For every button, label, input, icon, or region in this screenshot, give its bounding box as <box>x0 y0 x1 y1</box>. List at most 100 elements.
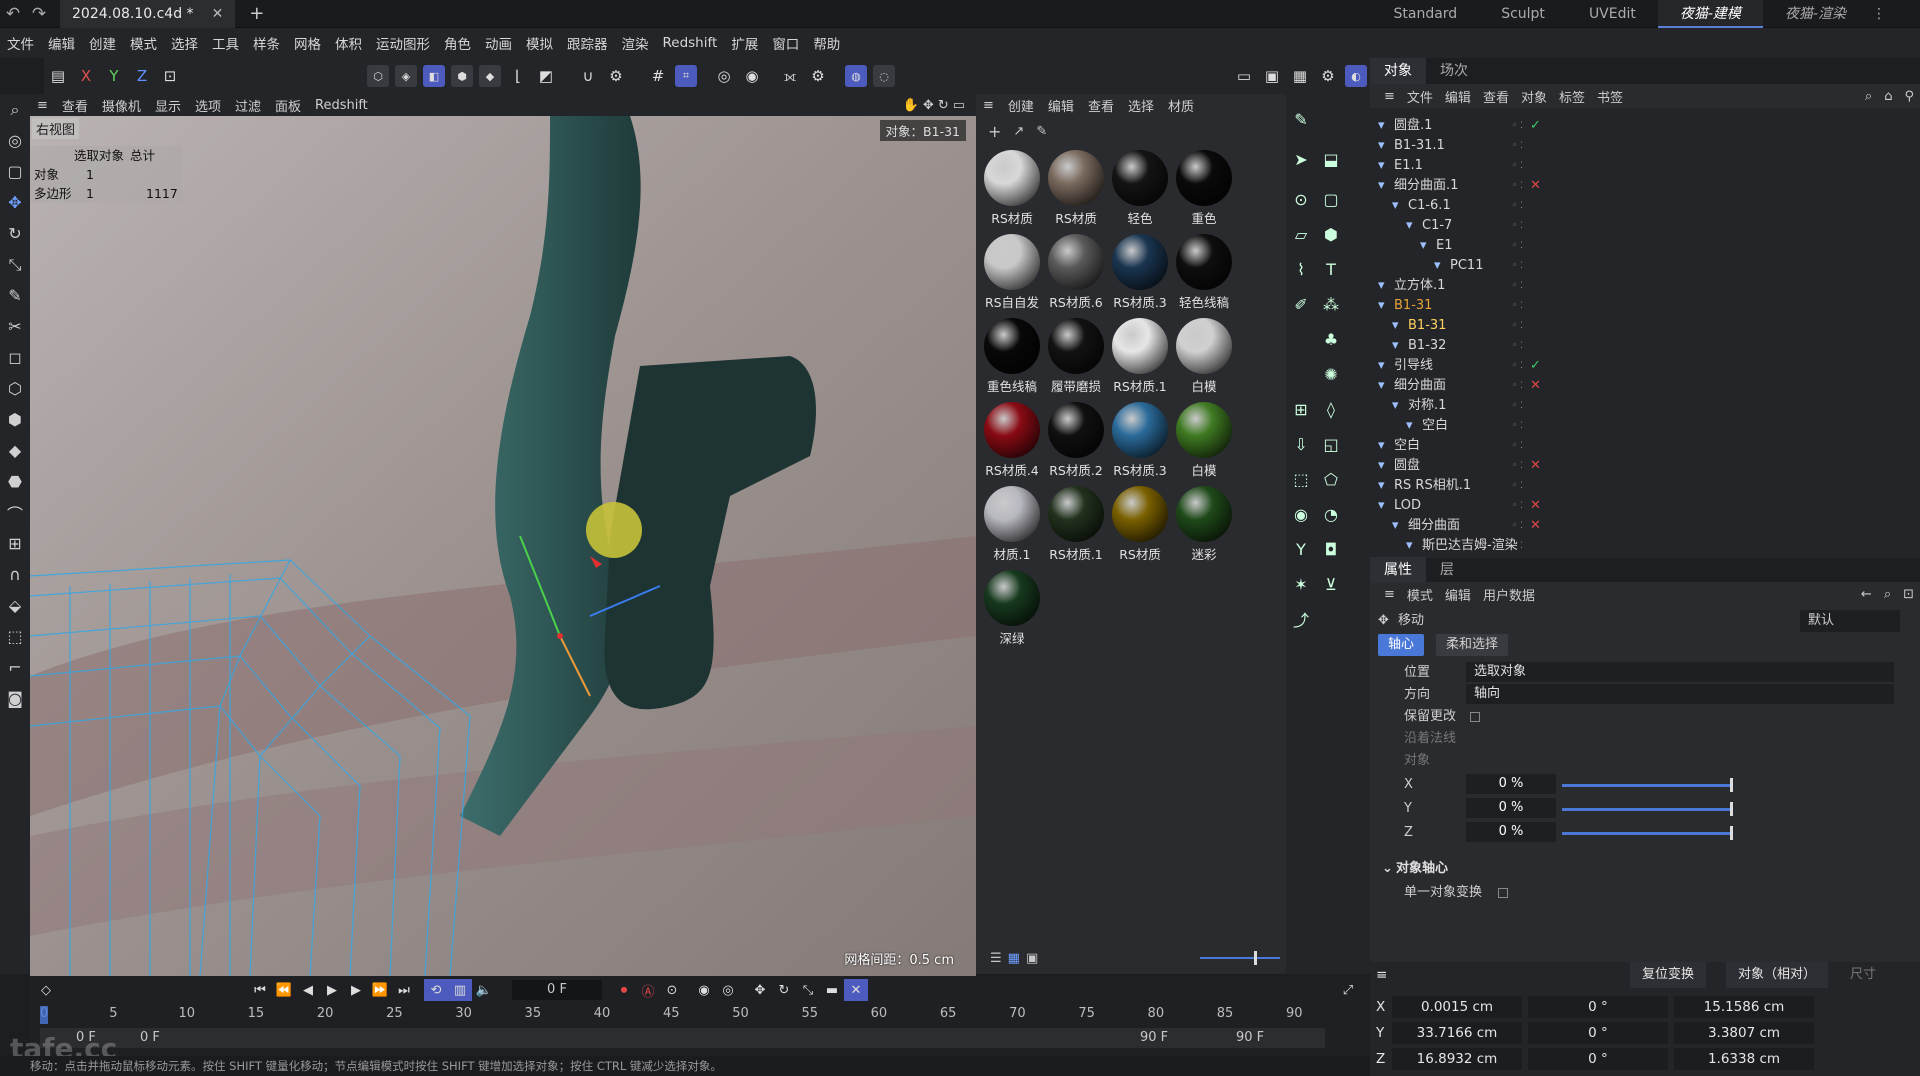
layout-standard[interactable]: Standard <box>1372 0 1480 28</box>
object-row[interactable]: ▾ 空白 ◦ ⁚ <box>1370 436 1910 456</box>
material-swatch[interactable]: 迷彩 <box>1172 480 1236 564</box>
layout-modeling[interactable]: 夜猫-建模 <box>1657 0 1763 28</box>
material-swatch[interactable]: RS材质.6 <box>1044 228 1108 312</box>
motion-record-icon[interactable]: ◉ <box>692 979 716 1001</box>
attribute-menu-userdata[interactable]: 用户数据 <box>1477 585 1541 604</box>
light-icon[interactable]: ◔ <box>1316 499 1346 529</box>
visibility-dots-icon[interactable]: ◦ ⁚ <box>1512 196 1523 216</box>
object-row[interactable]: ▾ RS RS相机.1 ◦ ⁚ <box>1370 476 1910 496</box>
record-icon[interactable]: ⏺ <box>612 979 636 1001</box>
menu-volume[interactable]: 体积 <box>328 33 369 53</box>
symmetry-icon[interactable]: ⟗ <box>779 65 801 87</box>
direction-dropdown[interactable]: 轴向 <box>1466 684 1894 704</box>
keyframe-selection-icon[interactable]: ⊙ <box>660 979 684 1001</box>
file-tab[interactable]: 2024.08.10.c4d * ✕ <box>60 0 236 28</box>
camera-object-icon[interactable]: ◘ <box>1316 534 1346 564</box>
z-field[interactable]: 0 % <box>1466 822 1556 842</box>
object-menu-file[interactable]: 文件 <box>1401 87 1439 106</box>
box-select-icon[interactable]: ▢ <box>0 156 30 187</box>
null-icon[interactable]: ⊙ <box>1286 184 1316 214</box>
x-field[interactable]: 0 % <box>1466 774 1556 794</box>
material-swatch[interactable]: RS材质.4 <box>980 396 1044 480</box>
layers-icon[interactable]: ▤ <box>47 65 69 87</box>
next-frame-icon[interactable]: ▶ <box>344 979 368 1001</box>
layout-uvedit[interactable]: UVEdit <box>1567 0 1658 28</box>
export-icon[interactable]: ⤴ <box>1286 604 1316 634</box>
attribute-menu-icon[interactable]: ≡ <box>1378 587 1401 602</box>
object-row[interactable]: ▾ 细分曲面.1 ◦ ⁚ ✕ <box>1370 176 1910 196</box>
size-dropdown[interactable]: 尺寸 <box>1850 962 1876 988</box>
material-swatch[interactable]: RS材质 <box>1108 480 1172 564</box>
picker-icon[interactable]: ✎ <box>1030 124 1053 139</box>
axis-x-button[interactable]: X <box>75 65 97 87</box>
move-tool-icon[interactable]: ✥ <box>0 187 30 218</box>
tab-attributes[interactable]: 属性 <box>1370 557 1426 583</box>
position-field[interactable]: 0.0015 cm <box>1392 996 1522 1018</box>
render-picture-icon[interactable]: ▦ <box>1289 65 1311 87</box>
material-menu-select[interactable]: 选择 <box>1121 96 1161 115</box>
viewport-nav-icons[interactable]: ✋✥↻▭ <box>896 98 976 113</box>
close-tab-icon[interactable]: ✕ <box>212 6 224 22</box>
texture-mode-icon[interactable]: ◩ <box>535 65 557 87</box>
material-swatch[interactable]: RS材质 <box>980 144 1044 228</box>
visibility-dots-icon[interactable]: ◦ ⁚ <box>1512 156 1523 176</box>
size-field[interactable]: 1.6338 cm <box>1674 1048 1814 1070</box>
loop-cut-icon[interactable]: ⌒ <box>0 497 30 528</box>
volume-icon[interactable]: ⬠ <box>1316 464 1346 494</box>
grid-snap-icon[interactable]: ⌗ <box>675 65 697 87</box>
object-row[interactable]: ▾ LOD ◦ ⁚ ✕ <box>1370 496 1910 516</box>
live-select-icon[interactable]: ◎ <box>0 125 30 156</box>
snap-icon[interactable]: # <box>647 65 669 87</box>
material-swatch[interactable]: RS自自发 <box>980 228 1044 312</box>
object-row[interactable]: ▾ B1-32 ◦ ⁚ <box>1370 336 1910 356</box>
disabled-x-icon[interactable]: ✕ <box>1530 516 1541 536</box>
object-menu-view[interactable]: 查看 <box>1477 87 1515 106</box>
keep-changes-checkbox[interactable] <box>1470 712 1480 722</box>
render-settings-icon[interactable]: ⚙ <box>1317 65 1339 87</box>
reset-transform-button[interactable]: 复位变换 <box>1630 962 1707 988</box>
viewport-solo-icon[interactable]: ◍ <box>845 65 867 87</box>
object-row[interactable]: ▾ B1-31 ◦ ⁚ <box>1370 316 1910 336</box>
viewport-menu-camera[interactable]: 摄像机 <box>95 96 148 115</box>
object-row[interactable]: ▾ 圆盘 ◦ ⁚ ✕ <box>1370 456 1910 476</box>
model-mode-icon[interactable]: ⬡ <box>367 65 389 87</box>
frame-range[interactable]: 0 F 0 F 90 F 90 F <box>40 1028 1325 1048</box>
visibility-dots-icon[interactable]: ◦ ⁚ <box>1512 536 1523 556</box>
back-icon[interactable]: ← <box>1855 587 1878 602</box>
visibility-dots-icon[interactable]: ◦ ⁚ <box>1512 276 1523 296</box>
floor-icon[interactable]: ▱ <box>1286 219 1316 249</box>
select-icon[interactable]: ⬓ <box>1316 144 1346 174</box>
object-row[interactable]: ▾ 细分曲面 ◦ ⁚ ✕ <box>1370 516 1910 536</box>
deform-icon[interactable]: ◊ <box>1316 394 1346 424</box>
render-region-icon[interactable]: ▭ <box>1233 65 1255 87</box>
visibility-dots-icon[interactable]: ◦ ⁚ <box>1512 356 1523 376</box>
range-start-2[interactable]: 0 F <box>140 1030 160 1045</box>
brush-paint-icon[interactable]: ✐ <box>1286 289 1316 319</box>
preset-dropdown[interactable]: 默认 <box>1800 610 1900 632</box>
list-view-icon[interactable]: ☰ <box>990 951 1002 966</box>
visibility-dots-icon[interactable]: ◦ ⁚ <box>1512 516 1523 536</box>
display-tag-icon[interactable]: ⬚ <box>1286 464 1316 494</box>
size-field[interactable]: 3.3807 cm <box>1674 1022 1814 1044</box>
y-field[interactable]: 0 % <box>1466 798 1556 818</box>
position-dropdown[interactable]: 选取对象 <box>1466 662 1894 682</box>
material-swatch[interactable]: 重色 <box>1172 144 1236 228</box>
current-frame-field[interactable]: 0 F <box>512 980 602 1000</box>
keyframe-icon[interactable]: ◇ <box>34 979 58 1001</box>
object-menu-edit[interactable]: 编辑 <box>1439 87 1477 106</box>
object-row[interactable]: ▾ E1.1 ◦ ⁚ <box>1370 156 1910 176</box>
menu-tracker[interactable]: 跟踪器 <box>560 33 615 53</box>
viewport-right-view[interactable]: 右视图 选取对象 总计 对象 1 多边形 1 1117 对象：B1-31 网格间距：0.… <box>30 116 976 976</box>
arrow-icon[interactable]: ➤ <box>1286 144 1316 174</box>
position-field[interactable]: 33.7166 cm <box>1392 1022 1522 1044</box>
symmetry-settings-icon[interactable]: ⚙ <box>807 65 829 87</box>
object-row[interactable]: ▾ 立方体.1 ◦ ⁚ <box>1370 276 1910 296</box>
object-filter-icon[interactable]: ⚲ <box>1898 89 1920 104</box>
z-slider[interactable] <box>1562 832 1730 835</box>
subtab-soft-selection[interactable]: 柔和选择 <box>1436 634 1509 656</box>
rectangle-icon[interactable]: ▢ <box>1316 184 1346 214</box>
disabled-x-icon[interactable]: ✕ <box>1530 456 1541 476</box>
prev-frame-icon[interactable]: ◀ <box>296 979 320 1001</box>
coord-system-icon[interactable]: ⊡ <box>159 65 181 87</box>
material-swatch[interactable]: 轻色线稿 <box>1172 228 1236 312</box>
